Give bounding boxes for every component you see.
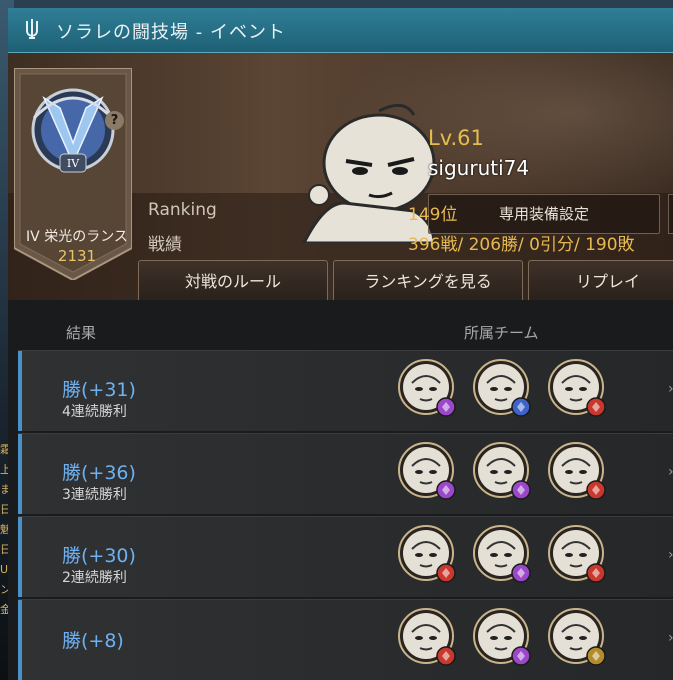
win-streak: 2連続勝利: [62, 570, 127, 586]
win-streak: 4連続勝利: [62, 404, 127, 420]
team-member-avatar[interactable]: [398, 359, 458, 419]
background-top: [0, 0, 673, 8]
match-history-list: 結果 所属チーム 勝(+31) 4連続勝利 › 勝(+36) 3連続勝利 › 勝(+30) 2…: [8, 300, 673, 680]
win-indicator-bar: [18, 517, 22, 597]
win-streak: 3連続勝利: [62, 487, 127, 503]
record-label: 戦績: [148, 235, 182, 255]
record-value: 396戦/ 206勝/ 0引分/ 190敗: [408, 235, 635, 255]
ranking-label: Ranking: [148, 200, 217, 220]
team-member-avatar[interactable]: [548, 608, 608, 668]
player-name: siguruti74: [428, 156, 530, 180]
team-member-avatar[interactable]: [473, 359, 533, 419]
player-level: Lv.61: [428, 126, 484, 150]
window-title: ソラレの闘技場 - イベント: [56, 22, 286, 43]
arena-swords-icon: [26, 19, 38, 39]
team-member-avatar[interactable]: [548, 359, 608, 419]
team-member-avatar[interactable]: [548, 525, 608, 585]
help-icon[interactable]: ?: [105, 111, 124, 130]
chevron-right-icon[interactable]: ›: [668, 381, 673, 399]
column-header-result: 結果: [66, 324, 97, 342]
replay-button[interactable]: リプレイ: [528, 260, 673, 302]
match-result: 勝(+30): [62, 545, 136, 567]
team-member-avatar[interactable]: [398, 525, 458, 585]
rules-button[interactable]: 対戦のルール: [138, 260, 328, 302]
win-indicator-bar: [18, 434, 22, 514]
team-member-avatar[interactable]: [473, 608, 533, 668]
column-header-team: 所属チーム: [464, 324, 539, 342]
equipment-settings-button[interactable]: 専用装備設定: [428, 194, 660, 234]
title-bar: ソラレの闘技場 - イベント: [8, 8, 673, 53]
rank-emblem-icon: IV: [31, 88, 115, 173]
team-member-avatar[interactable]: [473, 525, 533, 585]
svg-text:IV: IV: [67, 157, 80, 170]
team-member-avatar[interactable]: [398, 442, 458, 502]
match-result: 勝(+31): [62, 379, 136, 401]
ranking-button[interactable]: ランキングを見る: [333, 260, 523, 302]
match-row[interactable]: 勝(+30) 2連続勝利 ›: [18, 516, 673, 597]
rank-name: IV 栄光のランス: [26, 229, 128, 245]
extra-button[interactable]: [668, 194, 673, 234]
win-indicator-bar: [18, 600, 22, 680]
chevron-right-icon[interactable]: ›: [668, 547, 673, 565]
chevron-right-icon[interactable]: ›: [668, 630, 673, 648]
team-member-avatar[interactable]: [548, 442, 608, 502]
arena-window: ソラレの闘技場 - イベント IV ? IV 栄光のランス 2131 Lv.61…: [8, 8, 673, 680]
team-member-avatar[interactable]: [473, 442, 533, 502]
match-row[interactable]: 勝(+36) 3連続勝利 ›: [18, 433, 673, 514]
match-row[interactable]: 勝(+8) ›: [18, 599, 673, 680]
match-row[interactable]: 勝(+31) 4連続勝利 ›: [18, 350, 673, 431]
rank-points: 2131: [57, 247, 97, 265]
chevron-right-icon[interactable]: ›: [668, 464, 673, 482]
team-member-avatar[interactable]: [398, 608, 458, 668]
ranking-value: 149位: [408, 205, 458, 225]
win-indicator-bar: [18, 351, 22, 431]
match-result: 勝(+8): [62, 630, 124, 652]
match-result: 勝(+36): [62, 462, 136, 484]
